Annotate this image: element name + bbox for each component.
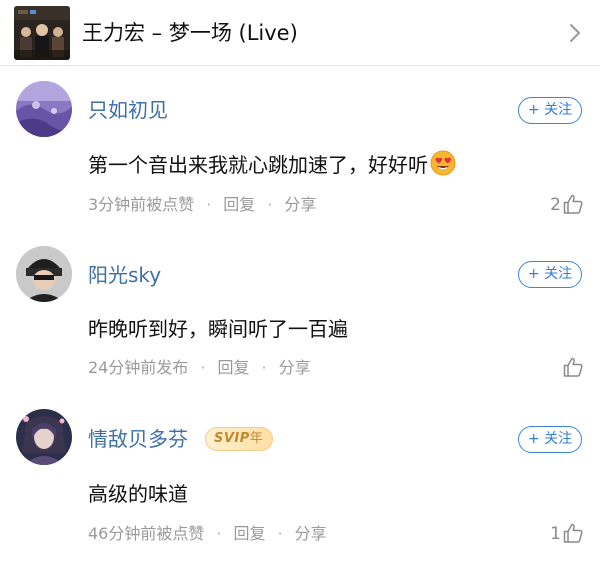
separator: · <box>277 524 283 543</box>
reply-button[interactable]: 回复 <box>233 524 265 543</box>
separator: · <box>200 358 206 377</box>
separator: · <box>216 524 222 543</box>
album-cover-art <box>14 6 70 60</box>
follow-button[interactable]: + 关注 <box>518 97 582 124</box>
svip-badge-label: SVIP <box>214 431 250 446</box>
thumbs-up-icon <box>563 357 583 377</box>
separator: · <box>261 358 267 377</box>
comment-text: 昨晚听到好，瞬间听了一百遍 <box>88 317 348 341</box>
comment-time: 46分钟前被点赞 <box>88 524 205 543</box>
avatar[interactable] <box>16 409 72 465</box>
comment-time: 24分钟前发布 <box>88 358 189 377</box>
comment-meta: 46分钟前被点赞 · 回复 · 分享 <box>88 523 327 545</box>
chevron-right-icon[interactable] <box>566 20 584 46</box>
comment-text: 第一个音出来我就心跳加速了，好好听 <box>88 150 456 179</box>
share-button[interactable]: 分享 <box>284 195 316 214</box>
song-title: 王力宏 – 梦一场 (Live) <box>82 21 298 45</box>
reply-button[interactable]: 回复 <box>223 195 255 214</box>
comment-meta: 3分钟前被点赞 · 回复 · 分享 <box>88 194 316 216</box>
like-button[interactable]: 2 <box>550 192 584 218</box>
svip-badge: SVIP年 <box>205 427 273 451</box>
thumbs-up-icon <box>563 523 583 543</box>
comment-meta: 24分钟前发布 · 回复 · 分享 <box>88 357 311 379</box>
comment-text-body: 第一个音出来我就心跳加速了，好好听 <box>88 153 428 177</box>
comment-item: 情敌贝多芬 SVIP年 + 关注 高级的味道 46分钟前被点赞 · 回复 · 分享 1 <box>0 395 600 560</box>
username[interactable]: 阳光sky <box>88 262 161 288</box>
comment-item: 阳光sky + 关注 昨晚听到好，瞬间听了一百遍 24分钟前发布 · 回复 · 分享 <box>0 230 600 395</box>
separator: · <box>206 195 212 214</box>
follow-button[interactable]: + 关注 <box>518 426 582 453</box>
avatar[interactable] <box>16 246 72 302</box>
like-button[interactable]: 1 <box>550 521 584 547</box>
comment-item: 只如初见 + 关注 第一个音出来我就心跳加速了，好好听 3分钟前被点赞 · 回复 · 分… <box>0 66 600 231</box>
username[interactable]: 只如初见 <box>88 97 168 123</box>
reply-button[interactable]: 回复 <box>217 358 249 377</box>
like-count: 1 <box>550 524 561 544</box>
heart-eyes-emoji <box>430 150 456 176</box>
share-button[interactable]: 分享 <box>279 358 311 377</box>
avatar[interactable] <box>16 81 72 137</box>
follow-button[interactable]: + 关注 <box>518 261 582 288</box>
comment-time: 3分钟前被点赞 <box>88 195 195 214</box>
like-button[interactable] <box>561 355 584 381</box>
username[interactable]: 情敌贝多芬 <box>88 426 188 452</box>
comment-text: 高级的味道 <box>88 482 188 506</box>
song-header[interactable]: 王力宏 – 梦一场 (Live) <box>0 0 600 66</box>
thumbs-up-icon <box>563 194 583 214</box>
like-count: 2 <box>550 195 561 215</box>
svip-badge-suffix: 年 <box>249 431 263 446</box>
share-button[interactable]: 分享 <box>295 524 327 543</box>
separator: · <box>267 195 273 214</box>
